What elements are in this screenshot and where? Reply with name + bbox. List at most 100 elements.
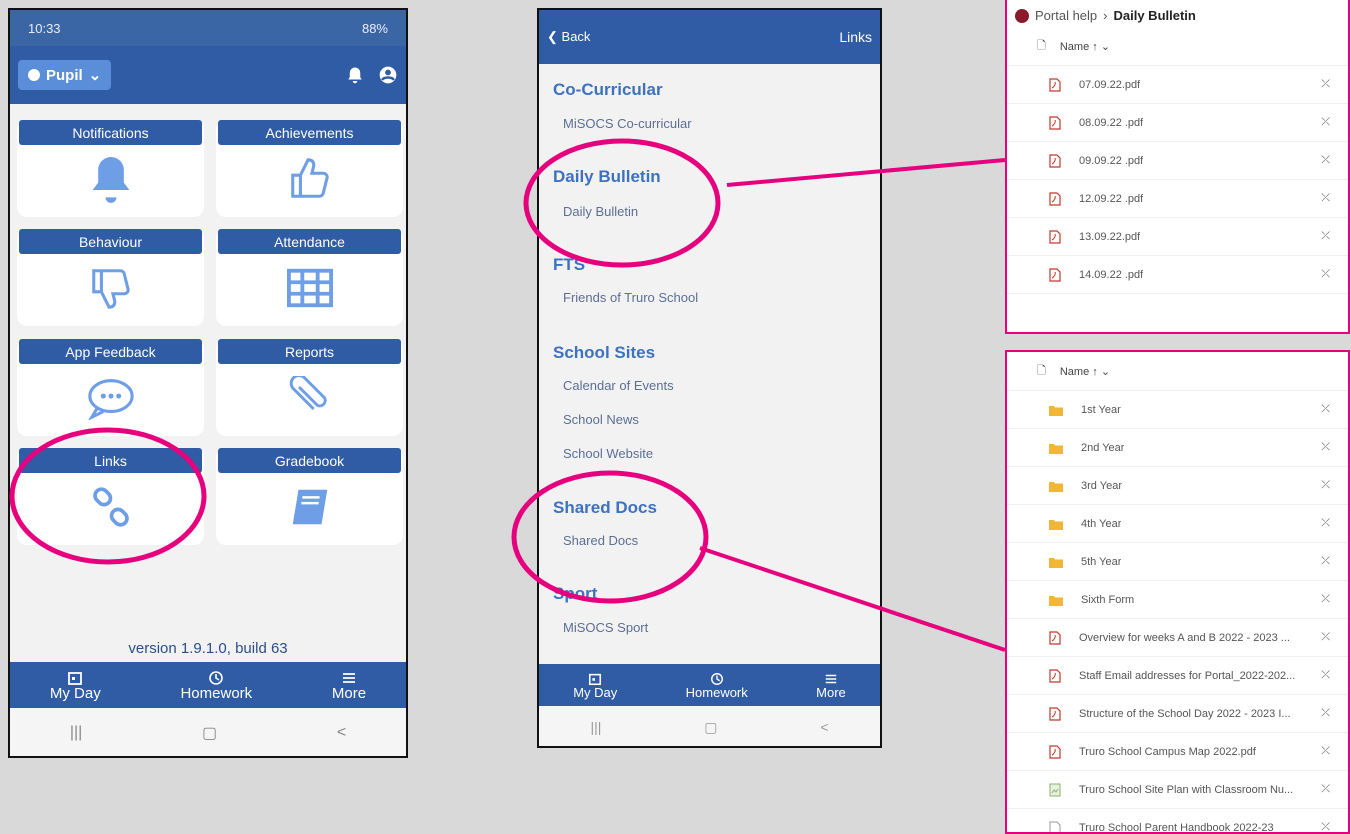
file-row[interactable]: Truro School Site Plan with Classroom Nu…	[1007, 771, 1348, 809]
nav-more[interactable]: More	[332, 670, 366, 701]
tile-notifications[interactable]: Notifications	[17, 120, 204, 217]
account-icon[interactable]	[378, 65, 398, 85]
file-row[interactable]: Overview for weeks A and B 2022 - 2023 .…	[1007, 619, 1348, 657]
nav-homework[interactable]: Homework	[686, 672, 748, 699]
folder-icon	[1049, 481, 1063, 492]
item-name: 4th Year	[1081, 517, 1122, 530]
link-item[interactable]: Shared Docs	[563, 533, 638, 548]
tile-label: Reports	[218, 339, 401, 364]
link-item[interactable]: Daily Bulletin	[563, 204, 638, 219]
pin-icon[interactable]: ⤫	[1321, 707, 1330, 720]
name-column-header[interactable]: Name ↑ ⌄	[1060, 40, 1110, 53]
file-name: 12.09.22 .pdf	[1079, 192, 1144, 205]
nav-label: My Day	[573, 684, 618, 700]
tile-behaviour[interactable]: Behaviour	[17, 229, 204, 326]
links-title: Links	[839, 29, 872, 45]
pin-icon[interactable]: ⤫	[1321, 555, 1330, 568]
pin-icon[interactable]: ⤫	[1321, 631, 1330, 644]
pin-icon[interactable]: ⤫	[1321, 783, 1330, 796]
home-icon[interactable]: ▢	[704, 719, 717, 736]
pin-icon[interactable]: ⤫	[1321, 441, 1330, 454]
pin-icon[interactable]: ⤫	[1321, 154, 1330, 167]
file-row[interactable]: 09.09.22 .pdf ⤫	[1007, 142, 1348, 180]
menu-icon	[343, 672, 355, 683]
file-name: 09.09.22 .pdf	[1079, 154, 1144, 167]
home-icon[interactable]: ▢	[202, 723, 217, 743]
link-item[interactable]: MiSOCS Sport	[563, 620, 648, 635]
tile-app-feedback[interactable]: App Feedback	[17, 339, 204, 436]
breadcrumb-root[interactable]: Portal help	[1035, 8, 1097, 23]
section-heading: Shared Docs	[553, 498, 657, 517]
tile-attendance[interactable]: Attendance	[216, 229, 403, 326]
breadcrumb-separator-icon: ›	[1103, 8, 1108, 23]
doc-file-icon	[1049, 821, 1061, 832]
pin-icon[interactable]: ⤫	[1321, 593, 1330, 606]
back-icon[interactable]: <	[337, 724, 346, 742]
link-item[interactable]: Friends of Truro School	[563, 290, 698, 305]
folder-row[interactable]: 2nd Year ⤫	[1007, 429, 1348, 467]
shared-docs-file-panel: 🗋 Name ↑ ⌄ 1st Year ⤫ 2nd Year ⤫ 3rd Year ⤫ 4t…	[1005, 350, 1350, 834]
pin-icon[interactable]: ⤫	[1321, 230, 1330, 243]
link-item[interactable]: MiSOCS Co-curricular	[563, 116, 692, 131]
tile-label: Behaviour	[19, 229, 202, 254]
bottom-nav: My Day Homework More	[10, 662, 406, 708]
pin-icon[interactable]: ⤫	[1321, 821, 1330, 832]
folder-icon	[1049, 443, 1063, 454]
pin-icon[interactable]: ⤫	[1321, 116, 1330, 129]
pin-icon[interactable]: ⤫	[1321, 669, 1330, 682]
recents-icon[interactable]: |||	[590, 719, 601, 735]
profile-selector[interactable]: Pupil ⌄	[18, 60, 112, 90]
pin-icon[interactable]: ⤫	[1321, 745, 1330, 758]
nav-homework[interactable]: Homework	[180, 670, 252, 701]
pin-icon[interactable]: ⤫	[1321, 268, 1330, 281]
link-icon	[17, 473, 204, 541]
folder-row[interactable]: Sixth Form ⤫	[1007, 581, 1348, 619]
nav-my-day[interactable]: My Day	[50, 670, 101, 701]
recents-icon[interactable]: |||	[70, 724, 82, 742]
tile-achievements[interactable]: Achievements	[216, 120, 403, 217]
file-row[interactable]: 12.09.22 .pdf ⤫	[1007, 180, 1348, 218]
file-row[interactable]: 14.09.22 .pdf ⤫	[1007, 256, 1348, 294]
back-icon[interactable]: <	[820, 719, 828, 735]
file-row[interactable]: 08.09.22 .pdf ⤫	[1007, 104, 1348, 142]
link-item[interactable]: School Website	[563, 446, 653, 461]
folder-row[interactable]: 3rd Year ⤫	[1007, 467, 1348, 505]
file-row[interactable]: Structure of the School Day 2022 - 2023 …	[1007, 695, 1348, 733]
folder-row[interactable]: 4th Year ⤫	[1007, 505, 1348, 543]
calendar-icon	[68, 671, 83, 685]
file-row[interactable]: Staff Email addresses for Portal_2022-20…	[1007, 657, 1348, 695]
file-type-icon: 🗋	[1037, 39, 1046, 52]
pin-icon[interactable]: ⤫	[1321, 192, 1330, 205]
pdf-file-icon	[1049, 630, 1061, 645]
pdf-file-icon	[1049, 115, 1061, 130]
status-time: 10:33	[28, 20, 61, 36]
file-row[interactable]: Truro School Campus Map 2022.pdf ⤫	[1007, 733, 1348, 771]
back-button[interactable]: ❮ Back	[547, 29, 590, 45]
item-name: 2nd Year	[1081, 441, 1125, 454]
file-row[interactable]: 13.09.22.pdf ⤫	[1007, 218, 1348, 256]
thumbs-down-icon	[17, 254, 204, 322]
pin-icon[interactable]: ⤫	[1321, 403, 1330, 416]
folder-icon	[1049, 519, 1063, 530]
pin-icon[interactable]: ⤫	[1321, 78, 1330, 91]
nav-more[interactable]: More	[816, 672, 846, 699]
link-item[interactable]: Calendar of Events	[563, 378, 674, 393]
folder-row[interactable]: 1st Year ⤫	[1007, 391, 1348, 429]
link-item[interactable]: School News	[563, 412, 639, 427]
pin-icon[interactable]: ⤫	[1321, 517, 1330, 530]
tile-gradebook[interactable]: Gradebook	[216, 448, 403, 545]
name-column-header[interactable]: Name ↑ ⌄	[1060, 365, 1110, 378]
nav-my-day[interactable]: My Day	[573, 672, 617, 699]
tile-label: Achievements	[218, 120, 401, 145]
item-name: Overview for weeks A and B 2022 - 2023 .…	[1079, 631, 1290, 644]
file-row[interactable]: Truro School Parent Handbook 2022-23 ⤫	[1007, 809, 1348, 832]
file-row[interactable]: 07.09.22.pdf ⤫	[1007, 66, 1348, 104]
list-header: 🗋 Name ↑ ⌄	[1007, 27, 1348, 66]
bell-icon[interactable]	[346, 66, 364, 84]
tile-reports[interactable]: Reports	[216, 339, 403, 436]
folder-row[interactable]: 5th Year ⤫	[1007, 543, 1348, 581]
tile-label: Gradebook	[218, 448, 401, 473]
pin-icon[interactable]: ⤫	[1321, 479, 1330, 492]
nav-label: Homework	[685, 684, 748, 700]
tile-links[interactable]: Links	[17, 448, 204, 545]
